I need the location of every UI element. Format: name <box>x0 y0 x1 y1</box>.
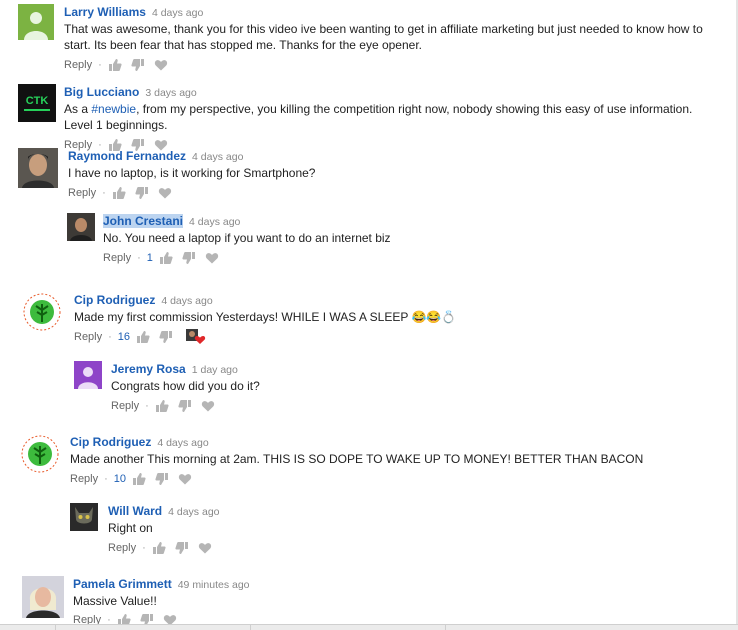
taskbar-divider <box>55 625 56 630</box>
thumbs-down-icon[interactable] <box>178 399 192 413</box>
comment-text: Made another This morning at 2am. THIS I… <box>70 452 644 466</box>
thumbs-up-icon[interactable] <box>136 330 150 344</box>
comment-time[interactable]: 4 days ago <box>189 216 240 228</box>
comment-time[interactable]: 3 days ago <box>145 87 196 99</box>
comment-text: Made my first commission Yesterdays! WHI… <box>74 310 457 324</box>
heart-icon[interactable] <box>201 399 215 413</box>
separator-dot: · <box>142 542 146 554</box>
default-avatar-icon <box>24 12 48 40</box>
taskbar-divider <box>445 625 446 630</box>
comment-author[interactable]: Larry Williams <box>64 5 146 19</box>
user-photo-icon <box>70 503 98 531</box>
comment-time[interactable]: 49 minutes ago <box>178 579 250 591</box>
reply-button[interactable]: Reply <box>64 56 92 74</box>
comment-text: Congrats how did you do it? <box>111 379 260 393</box>
heart-icon[interactable] <box>205 251 219 265</box>
heart-icon[interactable] <box>154 58 168 72</box>
separator-dot: · <box>108 331 112 343</box>
default-avatar-icon <box>78 367 98 389</box>
avatar[interactable] <box>70 503 98 531</box>
thumbs-down-icon[interactable] <box>159 330 173 344</box>
avatar[interactable] <box>20 434 60 474</box>
ctk-logo: CTK <box>25 95 49 107</box>
thumbs-up-icon[interactable] <box>152 541 166 555</box>
comment-author[interactable]: Raymond Fernandez <box>68 149 186 163</box>
heart-icon[interactable] <box>198 541 212 555</box>
separator-dot: · <box>98 59 102 71</box>
thumbs-up-icon[interactable] <box>155 399 169 413</box>
thumbs-down-icon[interactable] <box>175 541 189 555</box>
thumbs-up-icon[interactable] <box>132 472 146 486</box>
like-count: 10 <box>113 473 127 485</box>
reply-button[interactable]: Reply <box>103 249 131 267</box>
comment-time[interactable]: 4 days ago <box>192 151 243 163</box>
user-photo-icon <box>22 576 64 618</box>
separator-dot: · <box>145 400 149 412</box>
thumbs-down-icon[interactable] <box>155 472 169 486</box>
thumbs-up-icon[interactable] <box>108 58 122 72</box>
avatar[interactable] <box>18 148 58 188</box>
avatar[interactable] <box>18 4 54 40</box>
thumbs-down-icon[interactable] <box>182 251 196 265</box>
heart-icon[interactable] <box>178 472 192 486</box>
comment-text: Massive Value!! <box>73 594 157 608</box>
bottom-taskbar-strip <box>0 624 738 630</box>
reply-button[interactable]: Reply <box>111 397 139 415</box>
comment-time[interactable]: 4 days ago <box>161 295 212 307</box>
reply-button[interactable]: Reply <box>68 184 96 202</box>
reply-button[interactable]: Reply <box>74 328 102 346</box>
comment-text: That was awesome, thank you for this vid… <box>64 22 703 52</box>
reply-button[interactable]: Reply <box>108 539 136 557</box>
user-photo-icon <box>18 148 58 188</box>
like-count: 1 <box>146 252 153 264</box>
heart-icon[interactable] <box>158 186 172 200</box>
thumbs-up-icon[interactable] <box>112 186 126 200</box>
green-tree-logo-icon <box>21 435 59 473</box>
green-tree-logo-icon <box>23 293 61 331</box>
comment-time[interactable]: 4 days ago <box>157 437 208 449</box>
thumbs-down-icon[interactable] <box>135 186 149 200</box>
taskbar-divider <box>250 625 251 630</box>
separator-dot: · <box>104 473 108 485</box>
comment-author[interactable]: Big Lucciano <box>64 85 139 99</box>
comment-time[interactable]: 4 days ago <box>168 506 219 518</box>
comment-text: Right on <box>108 521 153 535</box>
comment-time[interactable]: 1 day ago <box>192 364 238 376</box>
thumbs-up-icon[interactable] <box>159 251 173 265</box>
comment-text: No. You need a laptop if you want to do … <box>103 231 391 245</box>
comment-author[interactable]: Pamela Grimmett <box>73 577 172 591</box>
comment-text: As a #newbie, from my perspective, you k… <box>64 102 693 132</box>
comment-author[interactable]: Jeremy Rosa <box>111 362 186 376</box>
user-photo-icon <box>67 213 95 241</box>
avatar[interactable] <box>22 292 62 332</box>
comment-time[interactable]: 4 days ago <box>152 7 203 19</box>
separator-dot: · <box>102 187 106 199</box>
comment-author[interactable]: John Crestani <box>103 214 184 228</box>
like-count: 16 <box>117 331 131 343</box>
comment-text: I have no laptop, is it working for Smar… <box>68 166 316 180</box>
comment-author[interactable]: Cip Rodriguez <box>74 293 155 307</box>
avatar[interactable] <box>67 213 95 241</box>
avatar[interactable]: CTK <box>18 84 56 122</box>
comment-author[interactable]: Will Ward <box>108 504 162 518</box>
avatar[interactable] <box>74 361 102 389</box>
hashtag-link[interactable]: #newbie <box>91 102 136 116</box>
reply-button[interactable]: Reply <box>70 470 98 488</box>
thumbs-down-icon[interactable] <box>131 58 145 72</box>
avatar[interactable] <box>22 576 64 618</box>
comment-author[interactable]: Cip Rodriguez <box>70 435 151 449</box>
separator-dot: · <box>137 252 141 264</box>
creator-heart-icon <box>186 329 206 345</box>
